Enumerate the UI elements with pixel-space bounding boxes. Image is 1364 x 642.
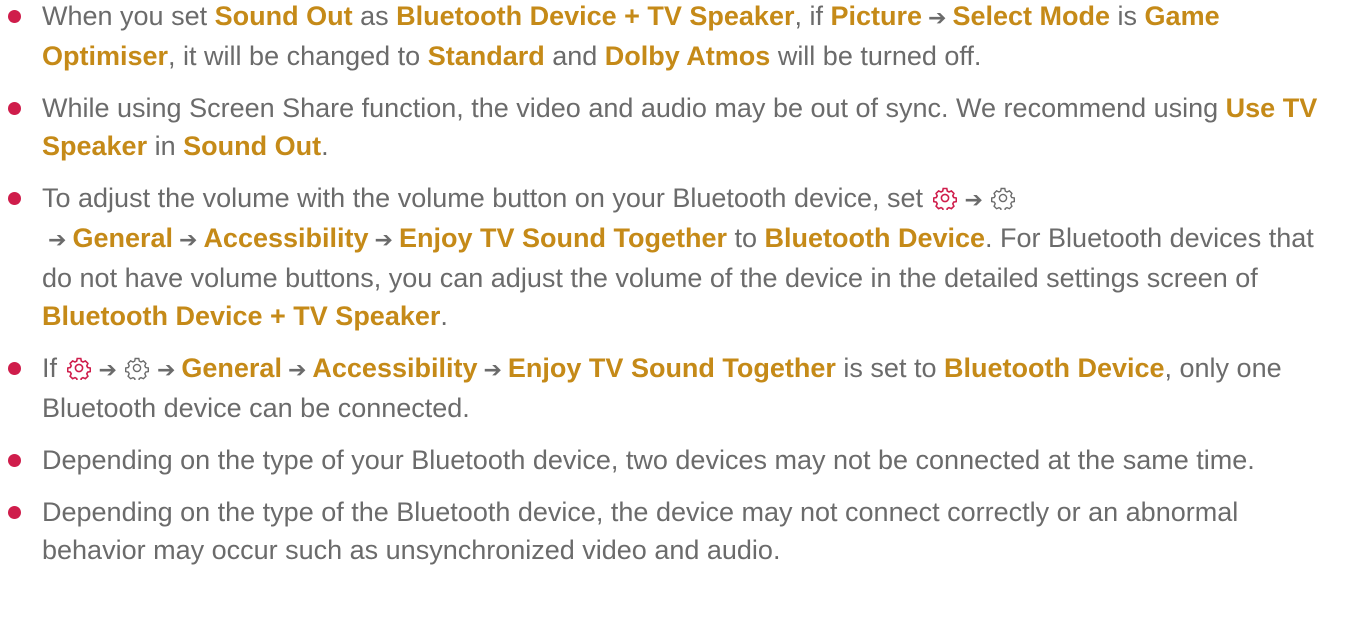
text: To adjust the volume with the volume but… [42, 183, 931, 213]
bullet-icon [8, 10, 21, 23]
arrow-icon: ➔ [483, 357, 502, 382]
highlight-text: Bluetooth Device [943, 353, 1165, 383]
text: Depending on the type of your Bluetooth … [42, 445, 1255, 475]
arrow-icon: ➔ [287, 357, 307, 382]
settings-red-icon [66, 357, 91, 380]
highlight-text: Sound Out [214, 1, 353, 31]
text: When you set [42, 1, 215, 31]
document: When you set Sound Out as Bluetooth Devi… [0, 0, 1364, 569]
text: in [147, 131, 184, 161]
list-item: Depending on the type of your Bluetooth … [0, 441, 1364, 479]
list-item: While using Screen Share function, the v… [0, 89, 1364, 165]
highlight-text: Enjoy TV Sound Together [398, 223, 727, 253]
bullet-icon [8, 192, 21, 205]
arrow-icon: ➔ [964, 187, 983, 212]
bullet-icon [8, 454, 21, 467]
arrow-icon: ➔ [98, 357, 117, 382]
highlight-text: Accessibility [203, 223, 369, 253]
list-item: To adjust the volume with the volume but… [0, 179, 1364, 335]
list-item: When you set Sound Out as Bluetooth Devi… [0, 0, 1364, 75]
text: as [352, 1, 397, 31]
highlight-text: Bluetooth Device + TV Speaker [42, 301, 441, 331]
list-item: If ➔ ➔ General ➔ Accessibility ➔ Enjoy TV Soun… [0, 349, 1364, 427]
text: . [440, 301, 448, 331]
highlight-text: Enjoy TV Sound Together [507, 353, 836, 383]
arrow-icon: ➔ [374, 227, 393, 252]
text: to [726, 223, 765, 253]
highlight-text: General [72, 223, 173, 253]
highlight-text: Bluetooth Device [764, 223, 986, 253]
text: will be turned off. [770, 41, 982, 71]
settings-gray-icon [990, 187, 1015, 210]
arrow-icon: ➔ [928, 5, 947, 30]
highlight-text: Picture [830, 1, 923, 31]
highlight-text: Standard [427, 41, 545, 71]
settings-red-icon [932, 187, 957, 210]
arrow-icon: ➔ [156, 357, 176, 382]
highlight-text: Bluetooth Device + TV Speaker [396, 1, 795, 31]
text: , if [794, 1, 831, 31]
list-item: Depending on the type of the Bluetooth d… [0, 493, 1364, 569]
text: is [1110, 1, 1145, 31]
text: , it will be changed to [168, 41, 428, 71]
bullet-list: When you set Sound Out as Bluetooth Devi… [0, 0, 1364, 569]
bullet-icon [8, 102, 21, 115]
text: is set to [835, 353, 944, 383]
highlight-text: Accessibility [312, 353, 478, 383]
highlight-text: Dolby Atmos [604, 41, 771, 71]
bullet-icon [8, 506, 21, 519]
settings-gray-icon [124, 357, 149, 380]
text: and [544, 41, 605, 71]
bullet-icon [8, 362, 21, 375]
text: . [321, 131, 329, 161]
highlight-text: General [181, 353, 282, 383]
text: Depending on the type of the Bluetooth d… [42, 497, 1239, 565]
text: If [42, 353, 65, 383]
highlight-text: Select Mode [952, 1, 1111, 31]
text: While using Screen Share function, the v… [42, 93, 1226, 123]
arrow-icon: ➔ [179, 227, 198, 252]
highlight-text: Sound Out [183, 131, 322, 161]
arrow-icon: ➔ [48, 227, 67, 252]
